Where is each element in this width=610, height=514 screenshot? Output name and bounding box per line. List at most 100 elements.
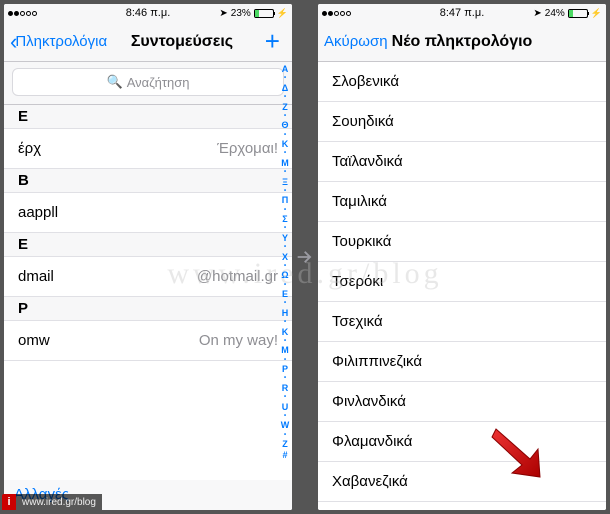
credit-text: www.ired.gr/blog xyxy=(16,494,102,510)
transition-arrow-icon xyxy=(292,246,318,268)
index-letter[interactable]: • xyxy=(284,75,286,83)
language-row[interactable]: Τουρκικά xyxy=(318,222,606,262)
index-letter[interactable]: Σ xyxy=(282,214,287,225)
index-letter[interactable]: • xyxy=(284,319,286,327)
charging-icon: ⚡ xyxy=(277,8,288,19)
nav-bar: ‹ Πληκτρολόγια Συντομεύσεις + xyxy=(4,22,292,62)
section-header: B xyxy=(4,169,292,193)
language-row[interactable]: Χίντι xyxy=(318,502,606,510)
index-letter[interactable]: Μ xyxy=(281,158,289,169)
index-letter[interactable]: • xyxy=(284,132,286,140)
index-letter[interactable]: Ξ xyxy=(282,177,288,188)
battery-percent: 24% xyxy=(545,8,565,19)
index-letter[interactable]: • xyxy=(284,357,286,365)
index-letter[interactable]: • xyxy=(284,282,286,290)
index-letter[interactable]: W xyxy=(281,420,290,431)
section-header: E xyxy=(4,233,292,257)
index-letter[interactable]: Α xyxy=(282,64,289,75)
credit-logo-icon: i xyxy=(2,494,16,510)
back-label: Πληκτρολόγια xyxy=(15,33,107,50)
language-row[interactable]: Τσεχικά xyxy=(318,302,606,342)
index-letter[interactable]: # xyxy=(282,450,287,461)
index-letter[interactable]: • xyxy=(284,300,286,308)
search-wrap: 🔍 Αναζήτηση xyxy=(4,62,292,105)
signal-dots-icon xyxy=(8,11,37,16)
language-row[interactable]: Ταμιλικά xyxy=(318,182,606,222)
status-time: 8:46 π.μ. xyxy=(126,7,171,19)
battery-icon xyxy=(254,9,274,18)
index-letter[interactable]: Ζ xyxy=(282,102,288,113)
shortcut-row[interactable]: έρχ Έρχομαι! xyxy=(4,129,292,169)
index-letter[interactable]: • xyxy=(284,413,286,421)
index-letter[interactable]: • xyxy=(284,432,286,440)
search-input[interactable]: 🔍 Αναζήτηση xyxy=(12,68,284,96)
language-row[interactable]: Φινλανδικά xyxy=(318,382,606,422)
shortcut-list: EέρχΈρχομαι!BaappllEdmail@hotmail.grPomw… xyxy=(4,105,292,510)
nav-title: Νέο πληκτρολόγιο xyxy=(392,33,533,51)
language-row[interactable]: Σλοβενικά xyxy=(318,62,606,102)
index-letter[interactable]: R xyxy=(282,383,289,394)
language-row[interactable]: Ταϊλανδικά xyxy=(318,142,606,182)
back-button[interactable]: ‹ Πληκτρολόγια xyxy=(10,31,107,53)
index-letter[interactable]: • xyxy=(284,375,286,383)
section-header: P xyxy=(4,297,292,321)
status-time: 8:47 π.μ. xyxy=(440,7,485,19)
pointer-arrow-icon xyxy=(486,423,546,484)
language-row[interactable]: Χαβανεζικά xyxy=(318,462,606,502)
index-letter[interactable]: • xyxy=(284,225,286,233)
index-letter[interactable]: Ρ xyxy=(282,364,288,375)
index-letter[interactable]: Μ xyxy=(281,345,289,356)
language-row[interactable]: Σουηδικά xyxy=(318,102,606,142)
battery-icon xyxy=(568,9,588,18)
index-letter[interactable]: Κ xyxy=(282,139,289,150)
index-letter[interactable]: Ε xyxy=(282,289,288,300)
shortcut-row[interactable]: omw On my way! xyxy=(4,321,292,361)
index-letter[interactable]: • xyxy=(284,207,286,215)
credit-bar: i www.ired.gr/blog xyxy=(2,494,102,510)
cancel-button[interactable]: Ακύρωση xyxy=(324,33,388,50)
search-icon: 🔍 xyxy=(107,74,123,90)
shortcut-row[interactable]: aappll xyxy=(4,193,292,233)
shortcut-row[interactable]: dmail@hotmail.gr xyxy=(4,257,292,297)
index-letter[interactable]: Π xyxy=(282,195,289,206)
charging-icon: ⚡ xyxy=(591,8,602,19)
shortcut-key: dmail xyxy=(18,268,54,285)
index-letter[interactable]: • xyxy=(284,244,286,252)
language-row[interactable]: Τσερόκι xyxy=(318,262,606,302)
index-letter[interactable]: • xyxy=(284,113,286,121)
shortcut-key: έρχ xyxy=(18,140,41,157)
status-bar: 8:47 π.μ. ➤ 24% ⚡ xyxy=(318,4,606,22)
index-strip[interactable]: Α•Δ•Ζ•Θ•Κ•Μ•Ξ•Π•Σ•Υ•Χ•Ω•Ε•Η•Κ•Μ•Ρ•R•U•W•… xyxy=(278,62,292,510)
language-row[interactable]: Φιλιππινεζικά xyxy=(318,342,606,382)
right-phone: 8:47 π.μ. ➤ 24% ⚡ Ακύρωση Νέο πληκτρολόγ… xyxy=(318,4,606,510)
index-letter[interactable]: Η xyxy=(282,308,289,319)
index-letter[interactable]: • xyxy=(284,394,286,402)
shortcut-value: Έρχομαι! xyxy=(217,140,278,157)
shortcut-key: aappll xyxy=(18,204,58,221)
add-button[interactable]: + xyxy=(259,26,286,57)
shortcut-value: On my way! xyxy=(199,332,278,349)
status-bar: 8:46 π.μ. ➤ 23% ⚡ xyxy=(4,4,292,22)
index-letter[interactable]: Z xyxy=(282,439,288,450)
index-letter[interactable]: Χ xyxy=(282,252,288,263)
index-letter[interactable]: Υ xyxy=(282,233,288,244)
index-letter[interactable]: • xyxy=(284,169,286,177)
index-letter[interactable]: • xyxy=(284,263,286,271)
index-letter[interactable]: Κ xyxy=(282,327,289,338)
index-letter[interactable]: Θ xyxy=(281,120,288,131)
index-letter[interactable]: • xyxy=(284,188,286,196)
location-icon: ➤ xyxy=(533,8,541,19)
shortcut-key: omw xyxy=(18,332,50,349)
index-letter[interactable]: • xyxy=(284,94,286,102)
index-letter[interactable]: • xyxy=(284,150,286,158)
left-phone: 8:46 π.μ. ➤ 23% ⚡ ‹ Πληκτρολόγια Συντομε… xyxy=(4,4,292,510)
language-list: ΣλοβενικάΣουηδικάΤαϊλανδικάΤαμιλικάΤουρκ… xyxy=(318,62,606,510)
index-letter[interactable]: Δ xyxy=(282,83,288,94)
index-letter[interactable]: • xyxy=(284,338,286,346)
search-placeholder: Αναζήτηση xyxy=(127,75,190,90)
signal-dots-icon xyxy=(322,11,351,16)
language-row[interactable]: Φλαμανδικά xyxy=(318,422,606,462)
index-letter[interactable]: U xyxy=(282,402,289,413)
nav-title: Συντομεύσεις xyxy=(131,33,233,51)
index-letter[interactable]: Ω xyxy=(281,270,288,281)
